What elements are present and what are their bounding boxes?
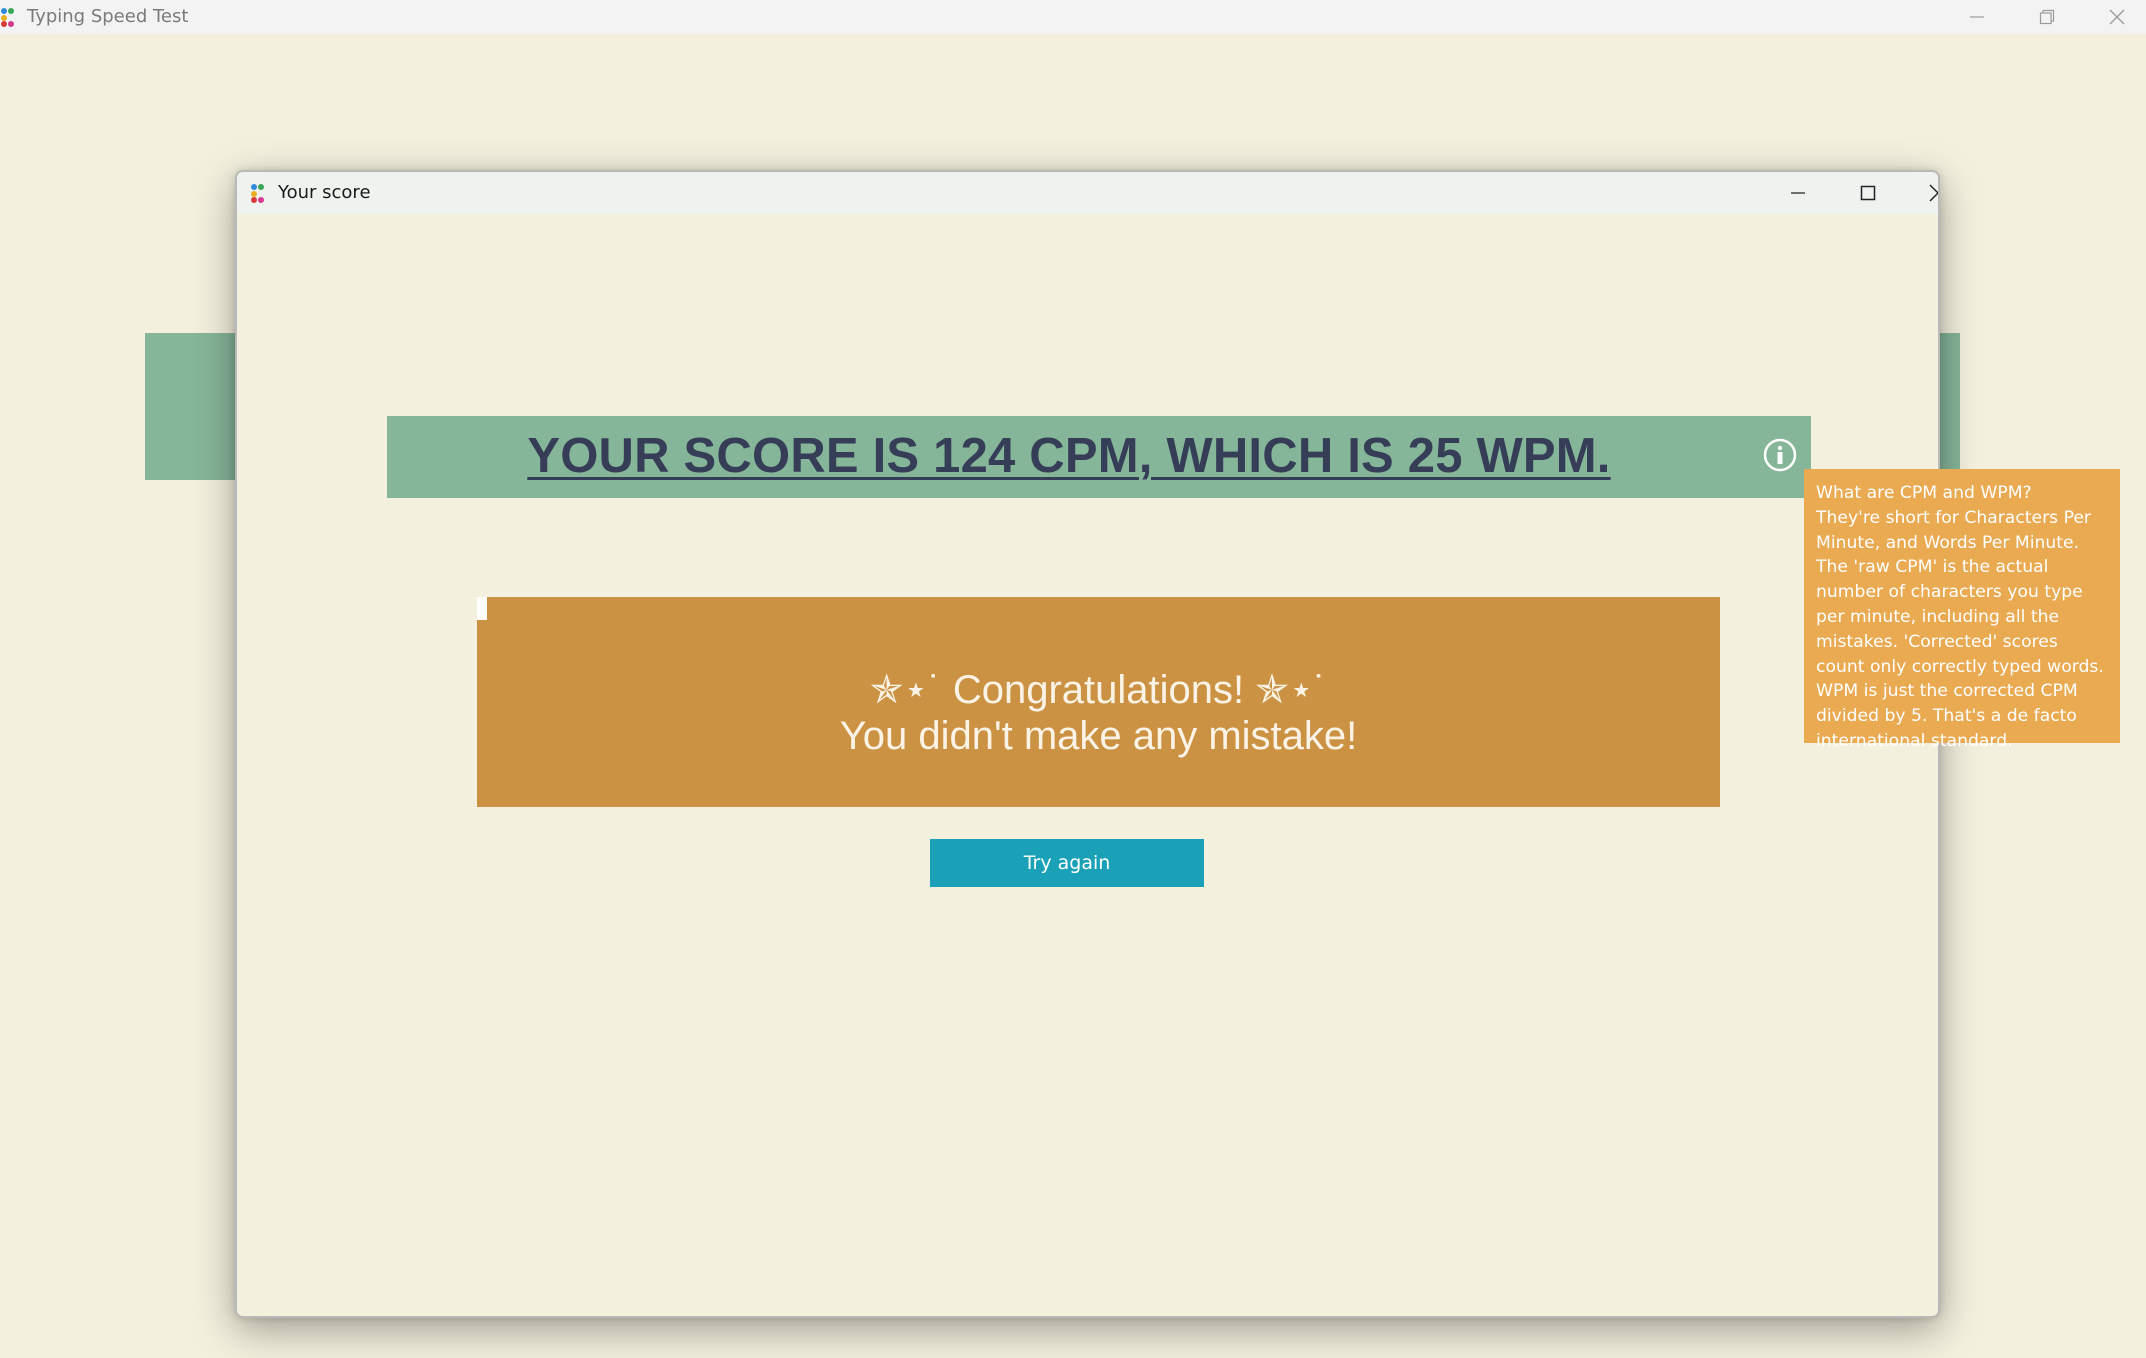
info-tooltip: What are CPM and WPM? They're short for … [1804, 469, 2120, 751]
score-dialog: Your score YOUR SCORE IS 124 CPM, WHICH … [235, 170, 1940, 1318]
score-banner: YOUR SCORE IS 124 CPM, WHICH IS 25 WPM. [387, 416, 1811, 498]
congrats-title: ✯⋆˙ Congratulations! ✯⋆˙ [869, 668, 1328, 712]
close-button[interactable] [2084, 0, 2146, 34]
close-icon [1929, 184, 1938, 202]
congrats-subtitle: You didn't make any mistake! [839, 714, 1358, 758]
restore-icon [2039, 9, 2055, 25]
app-logo-icon [1, 8, 14, 27]
app-title: Typing Speed Test [27, 6, 189, 27]
dialog-title: Your score [278, 182, 371, 203]
minimize-button[interactable] [1944, 0, 2010, 34]
tooltip-body: They're short for Characters Per Minute,… [1816, 507, 2104, 751]
app-logo-icon [251, 184, 264, 203]
score-text: YOUR SCORE IS 124 CPM, WHICH IS 25 WPM. [527, 429, 1611, 483]
dialog-close-button[interactable] [1903, 172, 1938, 214]
info-icon[interactable] [1763, 438, 1797, 472]
tooltip-title: What are CPM and WPM? [1816, 483, 2032, 503]
congrats-message: ✯⋆˙ Congratulations! ✯⋆˙ You didn't make… [477, 597, 1720, 807]
main-titlebar: Typing Speed Test [0, 0, 2146, 34]
try-again-button[interactable]: Try again [930, 839, 1204, 887]
minimize-icon [1970, 16, 1984, 18]
minimize-icon [1791, 192, 1805, 194]
congrats-notch [477, 597, 487, 620]
dialog-titlebar: Your score [237, 172, 1938, 214]
maximize-icon [1860, 185, 1876, 201]
dialog-minimize-button[interactable] [1763, 172, 1833, 214]
close-icon [2109, 9, 2125, 25]
restore-button[interactable] [2014, 0, 2080, 34]
dialog-maximize-button[interactable] [1833, 172, 1903, 214]
